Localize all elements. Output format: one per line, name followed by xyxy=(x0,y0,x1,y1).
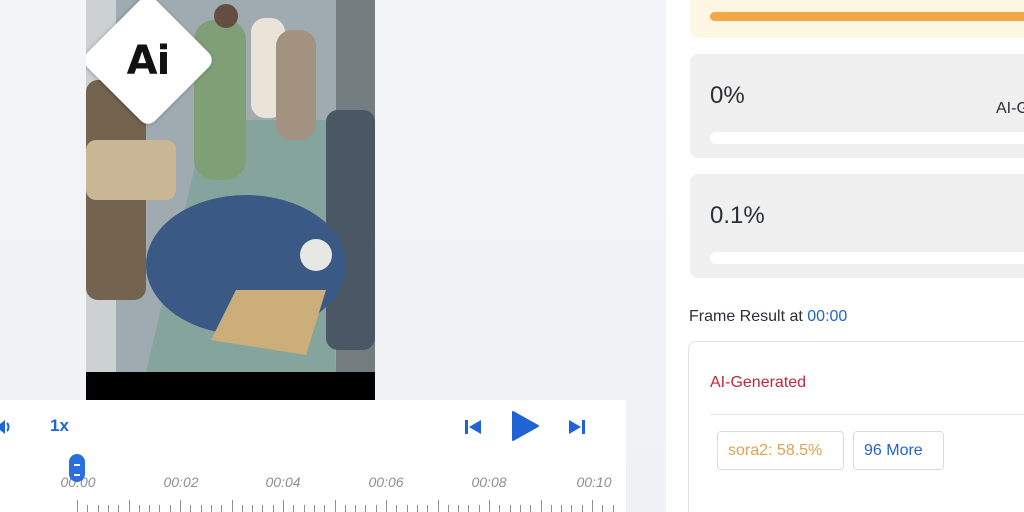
score-card: 0.1% xyxy=(690,174,1024,278)
timeline-tick xyxy=(468,505,470,512)
timeline-tick xyxy=(200,505,202,512)
timeline-tick xyxy=(365,505,367,512)
timeline-tick xyxy=(87,505,89,512)
volume-icon[interactable] xyxy=(0,418,12,436)
timeline-tick xyxy=(241,505,243,512)
timeline-tick xyxy=(519,505,521,512)
timeline-tick xyxy=(190,505,192,512)
timeline-tick xyxy=(97,505,99,512)
timeline-tick xyxy=(437,500,439,512)
video-letterbox xyxy=(86,372,375,400)
timeline-tick xyxy=(416,505,418,512)
timeline-tick xyxy=(252,505,254,512)
video-player[interactable]: Ai xyxy=(86,0,375,400)
timeline-ruler[interactable] xyxy=(77,500,617,512)
timeline-tick xyxy=(221,505,223,512)
timeline-tick xyxy=(324,505,326,512)
score-value: 0% xyxy=(710,82,745,109)
timeline-scrubber-handle[interactable] xyxy=(69,454,85,482)
timeline-tick xyxy=(375,505,377,512)
overall-score-card xyxy=(690,0,1024,38)
timeline-tick xyxy=(107,505,109,512)
timeline-tick xyxy=(447,505,449,512)
results-panel: 0% AI-G 0.1% Frame Result at 00:00 AI-Ge… xyxy=(666,0,1024,512)
timeline-tick xyxy=(344,505,346,512)
timeline-tick xyxy=(406,505,408,512)
timeline-tick xyxy=(334,500,336,512)
timeline-label: 00:06 xyxy=(368,474,404,490)
verdict-label: AI-Generated xyxy=(710,374,807,391)
timeline-tick xyxy=(489,500,490,512)
player-controls: 1x 00:00 00:02 00:04 00:06 00:08 00:10 xyxy=(0,400,626,512)
timeline-label: 00:08 xyxy=(471,474,507,490)
frame-result-label: Frame Result at xyxy=(689,308,803,325)
overall-score-bar xyxy=(710,12,1024,21)
timeline-tick xyxy=(602,505,604,512)
score-value: 0.1% xyxy=(710,202,765,229)
timeline-tick xyxy=(458,505,460,512)
timeline-label: 00:02 xyxy=(163,474,199,490)
timeline-tick xyxy=(303,505,305,512)
timeline-tick xyxy=(118,505,120,512)
timeline-tick xyxy=(128,500,130,512)
timeline-tick xyxy=(77,500,78,512)
timeline-tick xyxy=(231,500,233,512)
timeline-tick xyxy=(313,505,315,512)
play-icon[interactable] xyxy=(510,410,540,442)
frame-result-heading: Frame Result at 00:00 xyxy=(689,308,847,326)
timeline-tick xyxy=(283,500,284,512)
timeline-tick xyxy=(592,500,593,512)
timeline-tick xyxy=(169,505,171,512)
score-progress-bar xyxy=(710,132,1024,144)
timeline-tick xyxy=(386,500,387,512)
timeline-tick xyxy=(571,505,573,512)
timeline-tick xyxy=(530,505,532,512)
frame-result-time: 00:00 xyxy=(807,308,848,325)
score-category-label: AI-G xyxy=(996,100,1024,117)
timeline-tick xyxy=(499,505,501,512)
timeline-tick xyxy=(478,505,480,512)
skip-previous-icon[interactable] xyxy=(463,417,483,437)
score-card: 0% AI-G xyxy=(690,54,1024,158)
timeline-tick xyxy=(612,505,614,512)
timeline-tick xyxy=(581,505,583,512)
timeline-label: 00:10 xyxy=(576,474,612,490)
playback-speed-button[interactable]: 1x xyxy=(50,416,69,436)
timeline-tick xyxy=(180,500,181,512)
timeline-tick xyxy=(550,505,552,512)
timeline-tick xyxy=(561,505,563,512)
timeline-tick xyxy=(138,505,140,512)
timeline-tick xyxy=(159,505,161,512)
timeline-label: 00:04 xyxy=(265,474,301,490)
timeline-tick xyxy=(210,505,212,512)
video-panel: Ai 1x 00:00 00:02 00:04 00:06 00:08 00:1… xyxy=(0,0,666,512)
timeline-tick xyxy=(427,505,429,512)
timeline-tick xyxy=(293,505,295,512)
timeline-tick xyxy=(540,500,542,512)
ai-watermark-text: Ai xyxy=(126,38,171,84)
timeline-tick xyxy=(396,505,398,512)
timeline-tick xyxy=(509,505,511,512)
score-progress-bar xyxy=(710,252,1024,264)
divider xyxy=(710,414,1024,415)
timeline-tick xyxy=(272,505,274,512)
timeline-tick xyxy=(355,505,357,512)
timeline-tick xyxy=(262,505,264,512)
more-models-button[interactable]: 96 More xyxy=(853,431,944,470)
skip-next-icon[interactable] xyxy=(567,417,587,437)
frame-result-card: AI-Generated sora2: 58.5% 96 More xyxy=(688,341,1024,512)
model-score-tag[interactable]: sora2: 58.5% xyxy=(717,431,844,470)
timeline-tick xyxy=(149,505,151,512)
